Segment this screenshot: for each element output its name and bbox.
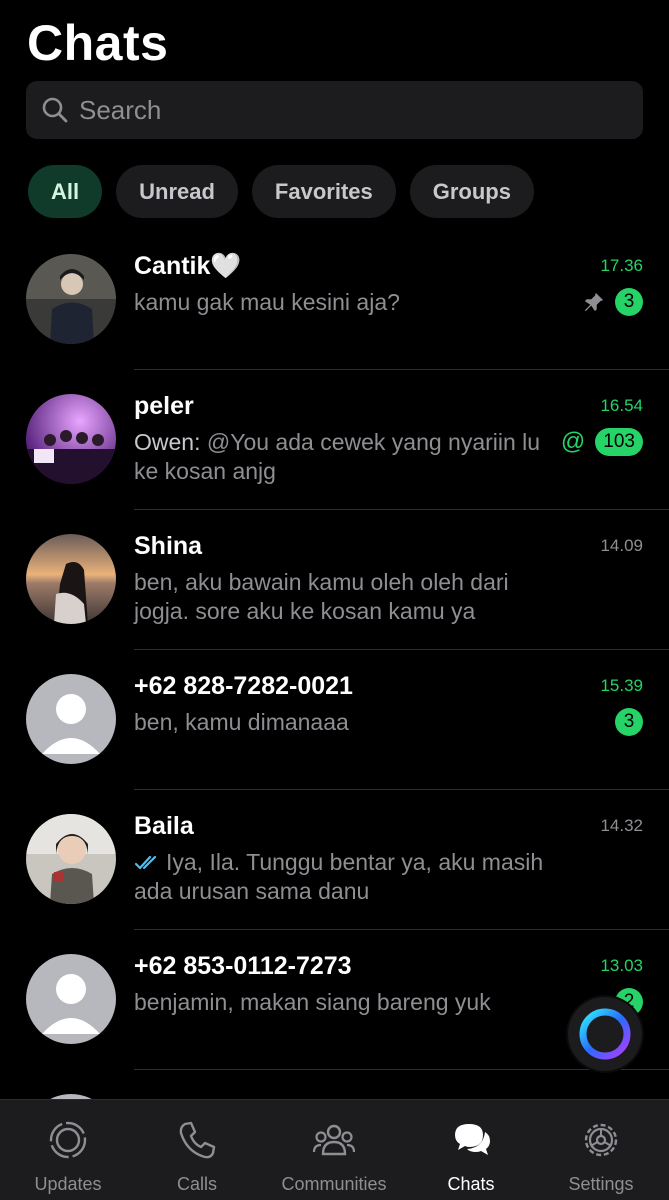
chat-name: +62 828-7282-0021 bbox=[134, 672, 353, 700]
phone-icon bbox=[179, 1121, 216, 1159]
tab-communities[interactable]: Communities bbox=[264, 1100, 404, 1200]
tab-updates[interactable]: Updates bbox=[0, 1100, 138, 1200]
avatar bbox=[26, 674, 116, 764]
tab-label: Calls bbox=[176, 1174, 217, 1194]
filter-unread[interactable]: Unread bbox=[116, 165, 238, 218]
tab-calls[interactable]: Calls bbox=[127, 1100, 267, 1200]
meta-ai-icon bbox=[579, 1008, 631, 1060]
unread-badge: 103 bbox=[595, 428, 643, 456]
filter-chips: All Unread Favorites Groups bbox=[28, 165, 534, 218]
chat-time: 14.32 bbox=[600, 816, 643, 835]
chat-time: 15.39 bbox=[600, 676, 643, 695]
message-sender: Owen: bbox=[134, 429, 207, 455]
mention-indicator: @ bbox=[560, 428, 586, 455]
filter-favorites[interactable]: Favorites bbox=[251, 165, 396, 218]
chat-time: 14.09 bbox=[600, 536, 643, 555]
chat-name: Baila bbox=[134, 812, 194, 840]
chat-list: Cantik🤍 17.36 kamu gak mau kesini aja? 3… bbox=[0, 230, 669, 1200]
chats-icon bbox=[455, 1124, 490, 1155]
chat-row[interactable]: +62 853-0112-7273 13.03 benjamin, makan … bbox=[0, 930, 669, 1070]
chat-time: 13.03 bbox=[600, 956, 643, 975]
pin-icon bbox=[583, 291, 605, 313]
chat-time: 16.54 bbox=[600, 396, 643, 415]
updates-icon bbox=[49, 1121, 87, 1159]
tab-label: Chats bbox=[447, 1174, 495, 1194]
unread-badge: 3 bbox=[615, 288, 643, 316]
communities-icon bbox=[312, 1124, 356, 1156]
chat-row[interactable]: Baila 14.32 Iya, Ila. Tunggu bentar ya, … bbox=[0, 790, 669, 930]
chat-row[interactable]: +62 828-7282-0021 15.39 ben, kamu dimana… bbox=[0, 650, 669, 790]
chat-preview: ben, aku bawain kamu oleh oleh dari jogj… bbox=[134, 569, 509, 624]
avatar bbox=[26, 814, 116, 904]
chat-name: Cantik🤍 bbox=[134, 252, 242, 280]
avatar bbox=[26, 254, 116, 344]
gear-icon bbox=[584, 1123, 618, 1157]
chat-preview: ben, kamu dimanaaa bbox=[134, 709, 349, 735]
chat-row[interactable]: Cantik🤍 17.36 kamu gak mau kesini aja? 3 bbox=[0, 230, 669, 370]
tab-label: Updates bbox=[34, 1174, 102, 1194]
tab-label: Settings bbox=[568, 1174, 634, 1194]
chat-preview: kamu gak mau kesini aja? bbox=[134, 289, 400, 315]
chat-time: 17.36 bbox=[600, 256, 643, 275]
search-bar[interactable] bbox=[26, 81, 643, 139]
tab-label: Communities bbox=[281, 1174, 387, 1194]
chat-name: Shina bbox=[134, 532, 203, 560]
search-icon bbox=[42, 97, 68, 123]
page-title: Chats bbox=[27, 15, 169, 71]
chat-name: +62 853-0112-7273 bbox=[134, 952, 352, 980]
chat-preview: benjamin, makan siang bareng yuk bbox=[134, 989, 491, 1015]
meta-ai-button[interactable] bbox=[568, 997, 642, 1071]
filter-all[interactable]: All bbox=[28, 165, 103, 218]
chat-name: peler bbox=[134, 392, 194, 420]
tab-chats[interactable]: Chats bbox=[401, 1100, 541, 1200]
tab-settings[interactable]: Settings bbox=[531, 1100, 669, 1200]
message-text: Iya, Ila. Tunggu bentar ya, aku masih ad… bbox=[134, 849, 544, 904]
read-receipt-icon bbox=[134, 855, 157, 870]
chat-preview: Owen: @You ada cewek yang nyariin lu ke … bbox=[134, 428, 544, 486]
avatar bbox=[26, 534, 116, 624]
filter-groups[interactable]: Groups bbox=[409, 165, 534, 218]
chat-row[interactable]: Shina 14.09 ben, aku bawain kamu oleh ol… bbox=[0, 510, 669, 650]
tab-bar: Updates Calls Communities Chats Settings bbox=[0, 1099, 669, 1200]
avatar bbox=[26, 394, 116, 484]
avatar bbox=[26, 954, 116, 1044]
search-input[interactable] bbox=[79, 94, 599, 126]
unread-badge: 3 bbox=[615, 708, 643, 736]
chat-row[interactable]: peler 16.54 Owen: @You ada cewek yang ny… bbox=[0, 370, 669, 510]
chat-preview: Iya, Ila. Tunggu bentar ya, aku masih ad… bbox=[134, 848, 544, 906]
